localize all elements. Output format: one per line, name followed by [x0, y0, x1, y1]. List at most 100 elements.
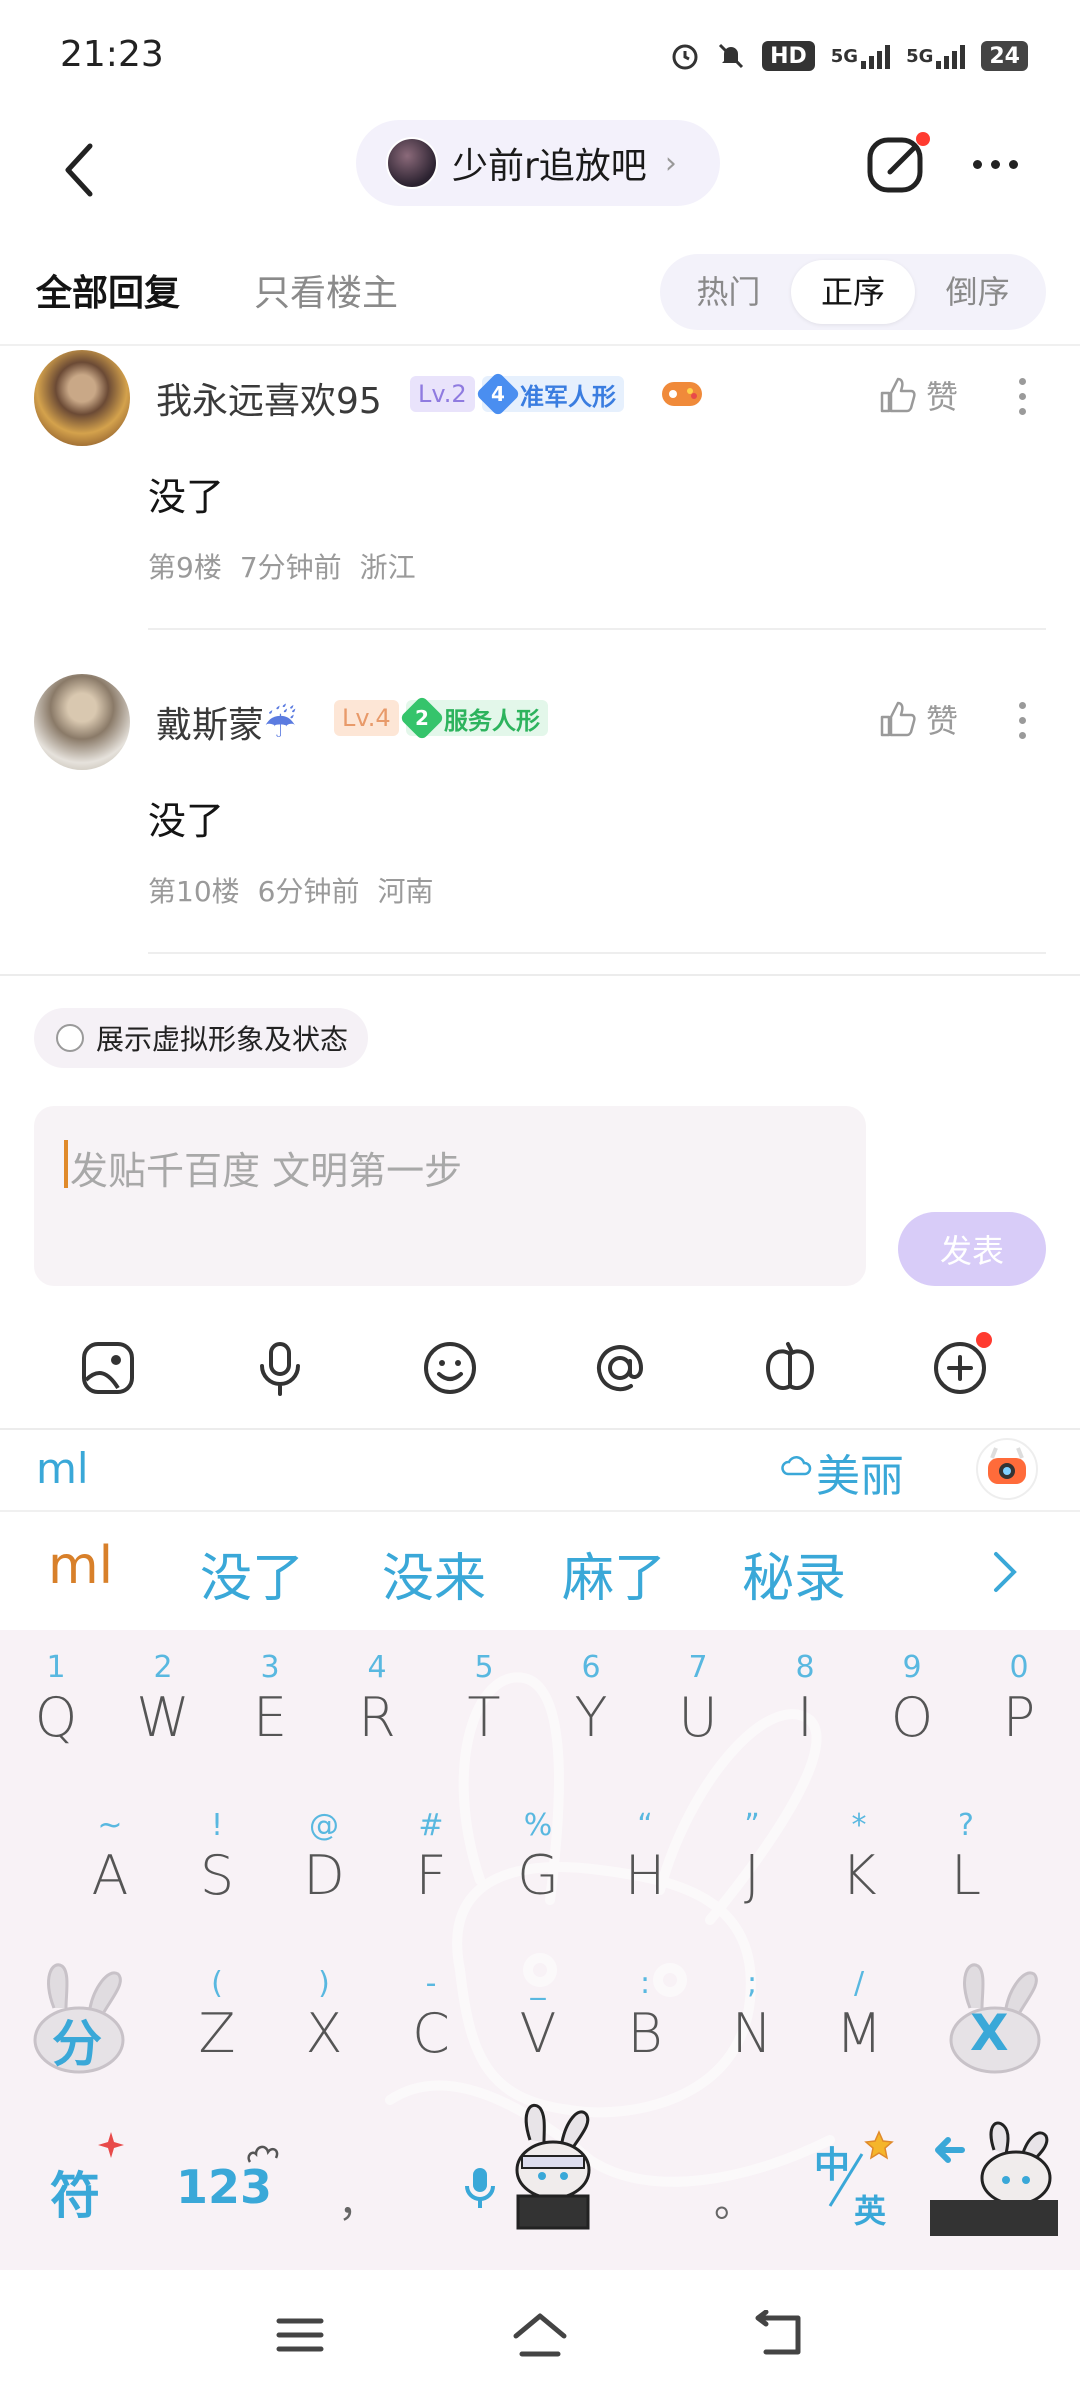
delete-key[interactable]: X [940, 1958, 1050, 2078]
sort-toggle: 热门 正序 倒序 [660, 254, 1046, 330]
compose-button[interactable] [862, 128, 932, 198]
radio-button[interactable] [56, 1024, 84, 1052]
avatar-toggle[interactable]: 展示虚拟形象及状态 [34, 1008, 369, 1068]
key-hint: 1 [46, 1650, 66, 1685]
back-button[interactable] [40, 130, 120, 210]
sort-descending[interactable]: 倒序 [915, 260, 1040, 324]
key-h[interactable]: “H [595, 1808, 695, 1907]
key-b[interactable]: :B [595, 1966, 695, 2065]
key-hint: ! [210, 1808, 224, 1843]
more-tools-button[interactable] [922, 1330, 998, 1406]
key-p[interactable]: 0P [969, 1650, 1069, 1749]
username[interactable]: 我永远喜欢95 [156, 372, 382, 424]
thumbs-up-icon [880, 377, 916, 413]
back-nav-button[interactable] [740, 2300, 820, 2370]
expand-candidates-button[interactable] [930, 1512, 1080, 1632]
mention-button[interactable] [582, 1330, 658, 1406]
cloud-suggestion[interactable]: 美丽 [780, 1440, 904, 1504]
en-label: 英 [854, 2192, 887, 2230]
key-v[interactable]: _ V [488, 1966, 588, 2065]
nav-bar: 少前r追放吧 › [0, 110, 1080, 250]
key-m[interactable]: / M [809, 1966, 909, 2065]
key-hint: * [851, 1808, 867, 1843]
tab-owner-only[interactable]: 只看楼主 [254, 264, 398, 316]
key-hint: 6 [581, 1650, 601, 1685]
key-d[interactable]: @ D [274, 1808, 374, 1907]
key-z[interactable]: (Z [167, 1966, 267, 2065]
number-key[interactable]: 123 [168, 2130, 288, 2230]
key-e[interactable]: 3E [220, 1650, 320, 1749]
key-label: K [841, 1844, 877, 1907]
chevron-right-icon [994, 1552, 1017, 1592]
voice-button[interactable] [242, 1330, 318, 1406]
key-y[interactable]: 6Y [541, 1650, 641, 1749]
ime-mascot-icon[interactable] [976, 1438, 1038, 1500]
key-t[interactable]: 5T [434, 1650, 534, 1749]
key-u[interactable]: 7U [648, 1650, 748, 1749]
candidate-item[interactable]: 秘录 [742, 1536, 846, 1611]
key-hint: ( [211, 1966, 223, 2001]
recent-apps-button[interactable] [260, 2300, 340, 2370]
more-button[interactable] [960, 134, 1030, 194]
candidate-item[interactable]: 麻了 [562, 1536, 666, 1611]
emoji-button[interactable] [412, 1330, 488, 1406]
enter-key[interactable] [924, 2120, 1064, 2240]
game-button[interactable] [752, 1330, 828, 1406]
forum-pill[interactable]: 少前r追放吧 › [356, 120, 720, 206]
candidate-item[interactable]: ml [48, 1536, 113, 1596]
reply-item: 戴斯蒙☔ Lv.4 2 服务人形 赞 没了 第10楼 6分钟前 河南 [0, 674, 1080, 964]
key-w[interactable]: 2W [113, 1650, 213, 1749]
key-l[interactable]: ? L [916, 1808, 1016, 1907]
key-j[interactable]: ” J [702, 1808, 802, 1907]
avatar[interactable] [34, 350, 130, 446]
candidate-item[interactable]: 没来 [382, 1536, 486, 1611]
key-o[interactable]: 9O [862, 1650, 962, 1749]
like-button[interactable]: 赞 [878, 372, 958, 418]
reply-menu-button[interactable] [1012, 378, 1032, 415]
status-icons: HD 5G 5G 24 [670, 40, 1028, 72]
key-hint: - [425, 1966, 437, 2001]
username[interactable]: 戴斯蒙☔ [156, 696, 296, 748]
submit-button[interactable]: 发表 [898, 1212, 1046, 1286]
delete-key-label: X [970, 2004, 1009, 2062]
key-x[interactable]: ) X [274, 1966, 374, 2065]
key-a[interactable]: ~ A [60, 1808, 160, 1907]
zh-en-switch-key[interactable]: 中 英 [800, 2130, 900, 2240]
sort-hot[interactable]: 热门 [666, 260, 791, 324]
candidate-item[interactable]: 没了 [200, 1536, 304, 1611]
image-button[interactable] [70, 1330, 146, 1406]
candidate-bar: ml 没了 没来 麻了 秘录 [0, 1510, 1080, 1632]
avatar[interactable] [34, 674, 130, 770]
key-k[interactable]: * K [809, 1808, 909, 1907]
battery-icon: 24 [981, 41, 1028, 71]
sort-ascending[interactable]: 正序 [790, 260, 916, 324]
key-s[interactable]: ! S [167, 1808, 267, 1907]
reply-menu-button[interactable] [1012, 702, 1032, 739]
reply-meta: 第10楼 6分钟前 河南 [148, 870, 433, 910]
floor-number: 第10楼 [148, 875, 240, 908]
key-n[interactable]: ; N [702, 1966, 802, 2065]
period-label: 。 [714, 2180, 754, 2226]
key-g[interactable]: % G [488, 1808, 588, 1907]
home-button[interactable] [500, 2300, 580, 2370]
symbol-key[interactable]: 符 [40, 2130, 130, 2230]
key-r[interactable]: 4R [327, 1650, 427, 1749]
key-c[interactable]: -C [381, 1966, 481, 2065]
username-text: 戴斯蒙 [156, 705, 265, 746]
tab-all-replies[interactable]: 全部回复 [36, 264, 180, 316]
key-q[interactable]: 1Q [6, 1650, 106, 1749]
key-label: U [678, 1686, 718, 1749]
post-input[interactable]: 发贴千百度 文明第一步 [34, 1106, 866, 1286]
like-button[interactable]: 赞 [878, 696, 958, 742]
section-divider [0, 974, 1080, 976]
key-i[interactable]: 8I [755, 1650, 855, 1749]
back-arrow-icon [65, 143, 93, 197]
key-label: F [415, 1844, 447, 1907]
key-label: H [624, 1844, 666, 1907]
key-hint: # [418, 1808, 444, 1843]
input-placeholder: 发贴千百度 文明第一步 [70, 1149, 463, 1193]
hd-icon: HD [762, 41, 815, 71]
segment-key[interactable]: 分 [24, 1958, 134, 2078]
microphone-icon [260, 1342, 300, 1396]
key-f[interactable]: # F [381, 1808, 481, 1907]
